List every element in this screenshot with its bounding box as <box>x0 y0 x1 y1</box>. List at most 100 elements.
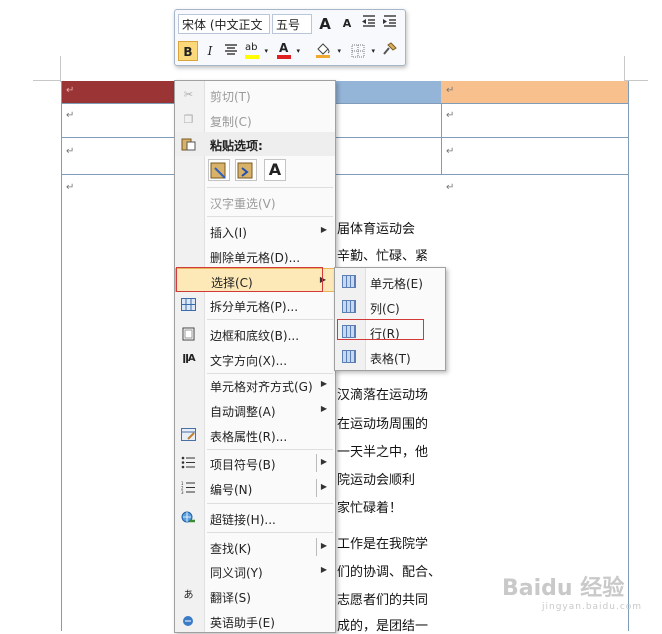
paste-icon <box>181 137 196 151</box>
menu-separator <box>207 319 333 320</box>
doc-text-line: 工作是在我院学 <box>337 537 429 552</box>
center-align-icon[interactable] <box>221 41 241 61</box>
text-direction-icon: ǁA <box>182 353 195 364</box>
svg-text:3: 3 <box>181 490 184 494</box>
table-border <box>61 137 629 138</box>
mini-toolbar: 宋体 (中文正文 五号 A A B I ab ▾ A ▾ ▾ ▾ <box>174 9 406 66</box>
context-menu: ✂ 剪切(T) ❐ 复制(C) 粘贴选项: A 汉字重选(V) 插入(I) ▶ … <box>174 80 336 633</box>
table-border <box>628 81 629 631</box>
menu-item-numbering[interactable]: 123 编号(N) ▶ <box>175 476 335 500</box>
table-icon <box>342 350 356 363</box>
annotation-box-row <box>337 319 424 340</box>
bullets-icon <box>181 456 196 470</box>
table-cell-red[interactable] <box>61 81 175 103</box>
menu-separator <box>207 532 333 533</box>
paragraph-mark: ↵ <box>66 110 75 121</box>
menu-item-reconvert[interactable]: 汉字重选(V) <box>175 190 335 214</box>
menu-item-delete-cells[interactable]: 删除单元格(D)... <box>175 244 335 268</box>
menu-item-label: 翻译(S) <box>210 591 251 605</box>
highlight-button[interactable]: ab ▾ <box>242 41 268 61</box>
doc-text-line: 届体育运动会 <box>337 222 416 237</box>
split-divider <box>316 538 317 556</box>
submenu-item-cell[interactable]: 单元格(E) <box>335 269 445 294</box>
decrease-indent-icon[interactable] <box>359 14 379 34</box>
format-painter-icon[interactable] <box>380 41 400 61</box>
doc-text-line: 成的，是团结一 <box>337 619 429 634</box>
split-divider <box>316 454 317 472</box>
annotation-box-select <box>176 267 323 292</box>
menu-item-label: 拆分单元格(P)... <box>210 300 299 314</box>
menu-item-label: 文字方向(X)... <box>210 354 288 368</box>
doc-text-line: 院运动会顺利 <box>337 473 416 488</box>
shrink-font-icon[interactable]: A <box>337 14 357 34</box>
paste-merge-formatting-icon[interactable] <box>235 159 257 181</box>
menu-item-label: 删除单元格(D)... <box>210 251 301 265</box>
paragraph-mark: ↵ <box>66 182 75 193</box>
submenu-item-table[interactable]: 表格(T) <box>335 344 445 369</box>
menu-item-borders-shading[interactable]: 边框和底纹(B)... <box>175 322 335 346</box>
menu-item-label: 边框和底纹(B)... <box>210 329 300 343</box>
italic-button[interactable]: I <box>200 41 220 61</box>
menu-item-english-assistant[interactable]: 英语助手(E) <box>175 609 335 633</box>
scissors-icon: ✂ <box>183 88 194 101</box>
menu-item-synonyms[interactable]: 同义词(Y) ▶ <box>175 559 335 583</box>
menu-item-bullets[interactable]: 项目符号(B) ▶ <box>175 451 335 475</box>
doc-text-line: 汉滴落在运动场 <box>337 388 429 403</box>
menu-item-label: 表格(T) <box>370 352 411 366</box>
menu-item-label: 超链接(H)... <box>210 513 276 527</box>
menu-item-label: 剪切(T) <box>210 90 251 104</box>
font-color-button[interactable]: A ▾ <box>274 41 300 61</box>
chevron-right-icon: ▶ <box>320 565 327 574</box>
menu-item-label: 项目符号(B) <box>210 458 276 472</box>
table-properties-icon <box>181 428 196 442</box>
paragraph-mark: ↵ <box>446 146 455 157</box>
menu-item-cell-alignment[interactable]: 单元格对齐方式(G) ▶ <box>175 373 335 397</box>
menu-item-hyperlink[interactable]: 超链接(H)... <box>175 506 335 530</box>
margin-guide <box>624 56 625 82</box>
menu-item-autofit[interactable]: 自动调整(A) ▶ <box>175 398 335 422</box>
menu-item-label: 单元格(E) <box>370 277 423 291</box>
menu-item-label: 查找(K) <box>210 542 252 556</box>
numbering-icon: 123 <box>181 481 196 495</box>
paragraph-mark: ↵ <box>446 182 455 193</box>
table-border <box>441 103 442 175</box>
menu-item-table-properties[interactable]: 表格属性(R)... <box>175 423 335 447</box>
borders-button[interactable]: ▾ <box>349 41 375 61</box>
shading-button[interactable]: ▾ <box>313 41 341 61</box>
font-name-select[interactable]: 宋体 (中文正文 <box>178 14 270 34</box>
menu-item-insert[interactable]: 插入(I) ▶ <box>175 219 335 243</box>
doc-text-line: 在运动场周围的 <box>337 417 429 432</box>
split-divider <box>316 479 317 497</box>
menu-item-label: 插入(I) <box>210 226 247 240</box>
grow-font-icon[interactable]: A <box>315 14 335 34</box>
menu-item-text-direction[interactable]: ǁA 文字方向(X)... <box>175 347 335 371</box>
paint-bucket-icon <box>316 43 330 58</box>
chevron-right-icon: ▶ <box>320 482 327 491</box>
margin-guide <box>60 56 61 82</box>
paste-text-only-icon[interactable]: A <box>264 159 286 181</box>
increase-indent-icon[interactable] <box>380 14 400 34</box>
table-cell-blue[interactable] <box>334 81 441 103</box>
chevron-right-icon: ▶ <box>320 379 327 388</box>
table-border <box>61 103 629 104</box>
menu-item-label: 汉字重选(V) <box>210 197 276 211</box>
menu-item-label: 复制(C) <box>210 115 252 129</box>
doc-text-line: 辛勤、忙碌、紧 <box>337 249 429 264</box>
chevron-down-icon: ▾ <box>264 47 268 55</box>
table-cell-orange[interactable] <box>441 81 628 103</box>
bold-button[interactable]: B <box>178 41 198 61</box>
borders-icon <box>181 327 196 341</box>
menu-item-find[interactable]: 查找(K) ▶ <box>175 535 335 559</box>
menu-item-copy[interactable]: ❐ 复制(C) <box>175 108 335 132</box>
menu-item-cut[interactable]: ✂ 剪切(T) <box>175 83 335 107</box>
menu-item-translate[interactable]: あ 翻译(S) <box>175 584 335 608</box>
submenu-item-column[interactable]: 列(C) <box>335 294 445 319</box>
margin-guide <box>33 80 61 81</box>
doc-text-line: 家忙碌着！ <box>337 501 403 516</box>
menu-item-split-cells[interactable]: 拆分单元格(P)... <box>175 293 335 317</box>
english-assistant-icon <box>181 614 196 628</box>
menu-separator <box>207 449 333 450</box>
split-cells-icon <box>181 298 196 312</box>
font-size-select[interactable]: 五号 <box>272 14 312 34</box>
paste-keep-formatting-icon[interactable] <box>208 159 230 181</box>
